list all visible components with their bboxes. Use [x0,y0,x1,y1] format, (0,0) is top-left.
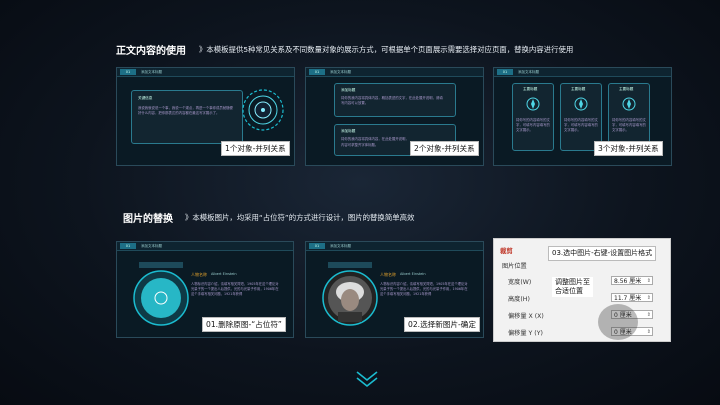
compass-icon [574,97,588,111]
person-name: 人物名称 [191,272,207,277]
thumb-image-replaced[interactable]: 01 添加文本标题 人物名称 Albert Einstein 人物标识内容介绍，… [305,241,484,338]
card-body: 将你写的内容填写的文字，可填写内容填写的文字展示。 [612,118,646,132]
thumb-3-objects[interactable]: 01 添加文本标题 主要标题 将你写的内容填写的文字，可填写内容填写的文字展示。… [493,67,672,166]
section1-title: 正文内容的使用 [116,46,186,57]
height-label: 高度(H) [508,296,530,303]
card-title: 主要标题 [619,87,634,91]
thumb-label: 3个对象-并列关系 [594,141,663,156]
thumb-tag: 01 [309,69,325,75]
tip-adjust-position: 调整图片至 合适位置 [552,277,593,297]
compass-icon [526,97,540,111]
card-title: 主要标题 [523,87,538,91]
thumb-header: 01 添加文本标题 [306,242,483,251]
chevron-down-icon[interactable] [354,368,380,390]
person-body: 人物标识内容介绍，请填写相关简短，1905年在这个理论对光量子的一个提出人后提供… [191,282,279,296]
thumb-label: 02.选择新图片-确定 [404,317,480,332]
panel-body: 我说我就说说一个事，我说一个观点，再进一个事你成员就随便好什么内容，把你那表达的… [138,106,233,115]
thumb-header-title: 添加文本标题 [518,69,539,74]
thumb-tag: 01 [309,243,325,249]
thumb-image-placeholder[interactable]: 01 添加文本标题 人物名称 Albert Einstein 人物标识内容介绍，… [116,241,294,338]
person-body: 人物标识内容介绍，请填写相关简短，1905年在这个理论对光量子的一个提出人后提供… [380,282,468,296]
thumb-header: 01 添加文本标题 [117,242,293,251]
thumb-label: 01.删除原图-“占位符” [202,317,286,332]
thumb-header-title: 添加文本标题 [141,69,162,74]
crop-section-label[interactable]: 裁剪 [500,246,513,255]
section2-title: 图片的替换 [123,214,173,225]
placeholder-circle-icon [133,270,189,326]
card-body: 将你写的内容填写的文字，可填写内容填写的文字展示。 [516,118,550,132]
width-label: 宽度(W) [508,279,532,286]
thumb-header: 01 添加文本标题 [117,68,294,77]
offset-y-label: 偏移量 Y (Y) [508,330,543,337]
content-panel: 关键信息 我说我就说说一个事，我说一个观点，再进一个事你成员就随便好什么内容，把… [131,90,243,144]
panel-title: 添加标题 [341,88,356,92]
thumb-header-title: 添加文本标题 [141,243,162,248]
card-title: 主要标题 [571,87,586,91]
image-position-label: 图片位置 [502,263,527,270]
compass-icon [622,97,636,111]
thumb-label: 2个对象-并列关系 [410,141,479,156]
thumb-header: 01 添加文本标题 [306,68,483,77]
panel-title: 关键信息 [138,96,153,100]
panel-body: 将你的我内容将具体内容，概括表述的文字，在此处展开说明，请填写内容可以放置。 [341,96,443,105]
thumb-2-objects[interactable]: 01 添加文本标题 添加标题 将你的我内容将具体内容，概括表述的文字，在此处展开… [305,67,484,166]
tip-format-picture: 03.选中图片-右键-设置图片格式 [548,246,657,261]
panel-title: 添加标题 [341,129,356,133]
orbit-icon [242,89,284,131]
person-sub: Albert Einstein [400,272,426,276]
content-panel-1: 添加标题 将你的我内容将具体内容，概括表述的文字，在此处展开说明，请填写内容可以… [334,83,456,117]
height-input[interactable]: 11.7 厘米 [611,293,653,303]
person-name: 人物名称 [380,272,396,277]
offset-x-label: 偏移量 X (X) [508,313,544,320]
thumb-header-title: 添加文本标题 [330,243,351,248]
width-input[interactable]: 8.56 厘米 [611,276,653,286]
thumb-1-object[interactable]: 01 添加文本标题 关键信息 我说我就说说一个事，我说一个观点，再进一个事你成员… [116,67,295,166]
card-body: 将你写的内容填写的文字，可填写内容填写的文字展示。 [564,118,598,132]
thumb-label: 1个对象-并列关系 [221,141,290,156]
card-1: 主要标题 将你写的内容填写的文字，可填写内容填写的文字展示。 [512,83,554,151]
section1-desc: 》本模板提供5种常见关系及不同数量对象的展示方式，可根据单个页面展示需要选择对应… [199,45,574,54]
thumb-tag: 01 [120,69,136,75]
portrait-image [322,270,378,326]
section2-desc: 》本模板图片，均采用“占位符”的方式进行设计，图片的替换简单高效 [185,213,415,222]
thumb-tag: 01 [497,69,513,75]
thumb-header-title: 添加文本标题 [330,69,351,74]
format-picture-panel: 裁剪 图片位置 宽度(W) 8.56 厘米 高度(H) 11.7 厘米 偏移量 … [493,238,671,342]
focus-highlight [598,304,638,340]
thumb-tag: 01 [120,243,136,249]
thumb-header: 01 添加文本标题 [494,68,671,77]
panel-highlight: 内容可求整齐字体标题。 [341,143,379,147]
person-sub: Albert Einstein [211,272,237,276]
